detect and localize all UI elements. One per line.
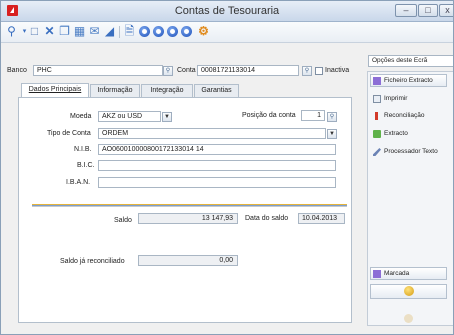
bic-field[interactable] — [98, 160, 336, 171]
nib-field[interactable]: AO060010000800172133014 14 — [98, 144, 336, 155]
close-button[interactable]: x — [439, 4, 453, 17]
window-title: Contas de Tesouraria — [174, 5, 280, 17]
minimize-button[interactable]: – — [395, 4, 417, 17]
window: Contas de Tesouraria – □ x ⚲ ▾ □ ✕ ❐ ▦ ✉… — [0, 0, 454, 335]
imprimir-label: Imprimir — [384, 95, 408, 102]
moeda-label: Moeda — [70, 113, 92, 120]
last-record-icon[interactable] — [181, 26, 192, 37]
marcada-button[interactable]: Marcada — [370, 267, 447, 280]
refresh-icon[interactable]: ⚙ — [197, 25, 210, 38]
key-icon — [403, 286, 414, 296]
saldo-field: 13 147,93 — [138, 213, 238, 224]
text-processor-icon — [373, 148, 381, 156]
filter-icon[interactable]: ◢ — [103, 25, 116, 38]
data-saldo-field: 10.04.2013 — [298, 213, 345, 224]
printer-icon — [373, 95, 381, 103]
tipo-conta-label: Tipo de Conta — [47, 130, 91, 137]
conta-lookup-icon[interactable]: ⚲ — [302, 66, 312, 76]
tab-integracao[interactable]: Integração — [141, 84, 193, 97]
data-saldo-label: Data do saldo — [245, 215, 289, 222]
key-button[interactable] — [370, 284, 447, 299]
posicao-field[interactable]: 1 — [301, 110, 325, 121]
extracto-button[interactable]: Extracto — [370, 127, 447, 140]
processador-texto-label: Processador Texto — [384, 148, 438, 155]
bic-label: B.I.C. — [77, 162, 95, 169]
previous-record-icon[interactable] — [153, 26, 164, 37]
ficheiro-extracto-label: Ficheiro Extracto — [384, 77, 433, 84]
person-icon — [404, 314, 413, 323]
nib-label: N.I.B. — [74, 146, 92, 153]
processador-texto-button[interactable]: Processador Texto — [370, 145, 447, 158]
banco-lookup-icon[interactable]: ⚲ — [163, 66, 173, 76]
tab-garantias[interactable]: Garantias — [194, 84, 239, 97]
banco-field[interactable]: PHC — [33, 65, 163, 76]
extracto-label: Extracto — [384, 130, 408, 137]
next-record-icon[interactable] — [167, 26, 178, 37]
inactiva-label: Inactiva — [325, 67, 350, 74]
reconcile-icon — [375, 112, 378, 120]
options-select[interactable]: Opções deste Ecrã — [368, 55, 453, 67]
copy-icon[interactable]: ❐ — [58, 25, 71, 38]
first-record-icon[interactable] — [139, 26, 150, 37]
print-preview-icon[interactable]: 🗎 — [123, 25, 136, 38]
marcada-label: Marcada — [384, 270, 410, 277]
toolbar-separator — [119, 26, 120, 38]
color-divider — [32, 204, 347, 207]
iban-label: I.B.A.N. — [66, 179, 91, 186]
chevron-down-icon[interactable]: ▼ — [327, 129, 337, 139]
title-bar: Contas de Tesouraria – □ x — [1, 1, 453, 22]
inactiva-checkbox[interactable] — [315, 67, 323, 75]
banco-label: Banco — [7, 67, 27, 74]
tab-informacao[interactable]: Informação — [90, 84, 140, 97]
moeda-select[interactable]: AKZ ou USD — [98, 111, 161, 122]
options-label: Opções deste Ecrã — [372, 57, 428, 64]
maximize-button[interactable]: □ — [418, 4, 438, 17]
mail-icon[interactable]: ✉ — [88, 25, 101, 38]
reconciliacao-label: Reconciliação — [384, 112, 425, 119]
ficheiro-extracto-button[interactable]: Ficheiro Extracto — [370, 74, 447, 87]
imprimir-button[interactable]: Imprimir — [370, 92, 447, 105]
reconciliado-label: Saldo já reconciliado — [60, 258, 125, 265]
posicao-lookup-icon[interactable]: ⚲ — [327, 112, 337, 122]
search-icon[interactable]: ⚲ — [5, 25, 18, 38]
tipo-conta-select[interactable]: ORDEM — [98, 128, 326, 139]
new-icon[interactable]: □ — [28, 25, 41, 38]
tab-dados-principais[interactable]: Dados Principais — [21, 83, 89, 97]
conta-field[interactable]: 00081721133014 — [197, 65, 299, 76]
reconciliacao-button[interactable]: Reconciliação — [370, 109, 447, 122]
toolbar: ⚲ ▾ □ ✕ ❐ ▦ ✉ ◢ 🗎 ⚙ — [1, 22, 453, 43]
person-button[interactable] — [370, 311, 447, 326]
delete-icon[interactable]: ✕ — [43, 25, 56, 38]
reconciliado-field: 0,00 — [138, 255, 238, 266]
statement-icon — [373, 130, 381, 138]
chevron-down-icon[interactable]: ▼ — [162, 112, 172, 122]
conta-label: Conta — [177, 67, 196, 74]
posicao-label: Posição da conta — [242, 112, 296, 119]
bookmark-icon — [373, 270, 381, 278]
iban-field[interactable] — [98, 177, 336, 188]
file-icon — [373, 77, 381, 85]
list-icon[interactable]: ▦ — [73, 25, 86, 38]
saldo-label: Saldo — [114, 217, 132, 224]
